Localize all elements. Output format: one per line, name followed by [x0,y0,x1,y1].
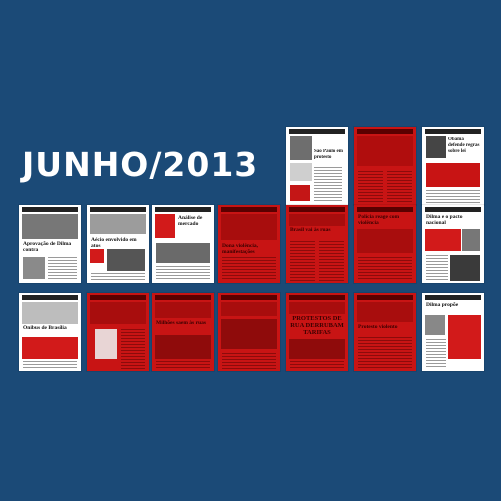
newspaper-page[interactable]: Dilma e o pacto nacional [422,205,484,283]
newspaper-page[interactable]: Obama defende regras sobre lei [422,127,484,205]
newspaper-page[interactable]: Dona violência, manifestações [218,205,280,283]
page-headline: Análise de mercado [178,215,203,227]
newspaper-page[interactable]: Análise de mercado [152,205,214,283]
page-headline: Aécio envolvido em atos [91,237,137,249]
page-headline: São Paulo em protesto [314,149,343,160]
page-headline: Brasil vai às ruas [290,227,331,233]
page-headline: Polícia reage com violência [358,214,400,226]
title: JUNHO/2013 [22,145,259,184]
page-headline: Dona violência, manifestações [222,243,259,255]
page-headline: PROTESTOS DE RUA DERRUBAM TARIFAS [290,315,344,336]
newspaper-page[interactable]: PROTESTOS DE RUA DERRUBAM TARIFAS [286,293,348,371]
newspaper-page[interactable]: Brasil vai às ruas [286,205,348,283]
page-headline: Protesto violento [358,324,398,330]
page-headline: Obama defende regras sobre lei [448,137,480,154]
newspaper-page[interactable]: São Paulo em protesto [286,127,348,205]
newspaper-page[interactable]: Ônibus de Brasília [19,293,81,371]
page-headline: Dilma propõe [426,302,459,308]
page-headline: Milhões saem às ruas [156,320,206,326]
page-headline: Ônibus de Brasília [23,325,67,331]
newspaper-page[interactable]: Aprovação de Dilma contra [19,205,81,283]
page-headline: Dilma e o pacto nacional [426,214,463,226]
newspaper-page[interactable]: Polícia reage com violência [354,205,416,283]
page-headline: Aprovação de Dilma contra [23,241,72,253]
newspaper-page[interactable] [87,293,149,371]
newspaper-page[interactable] [218,293,280,371]
newspaper-page[interactable] [354,127,416,205]
newspaper-page[interactable]: Aécio envolvido em atos [87,205,149,283]
newspaper-page[interactable]: Dilma propõe [422,293,484,371]
newspaper-page[interactable]: Milhões saem às ruas [152,293,214,371]
newspaper-page[interactable]: Protesto violento [354,293,416,371]
